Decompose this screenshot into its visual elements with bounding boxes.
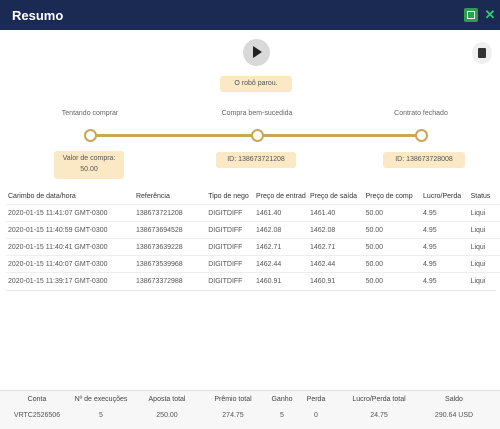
summary-label-payout: Prêmio total (214, 395, 252, 403)
cell-profit: 4.95 (421, 272, 469, 289)
cell-entry-price: 1462.71 (253, 238, 308, 256)
table-row[interactable]: 2020-01-15 11:41:07 GMT-0300 13867372120… (6, 204, 500, 222)
summary-label-account: Conta (27, 395, 47, 403)
summary-label-stake: Aposta total (148, 395, 186, 403)
col-buy-price[interactable]: Preço de comp (364, 188, 421, 205)
cell-type: DIGITDIFF (206, 238, 254, 256)
col-entry-price[interactable]: Preço de entrad (254, 188, 308, 205)
summary-stake: 250.00 (156, 411, 178, 419)
cell-entry-price: 1461.40 (253, 204, 308, 222)
cell-timestamp: 2020-01-15 11:40:41 GMT-0300 (6, 238, 134, 256)
step-label-success: Compra bem-sucedida (221, 110, 293, 117)
cell-entry-price: 1460.91 (253, 272, 308, 289)
table-empty-area (6, 290, 496, 387)
summary-header: Conta Nº de execuções Aposta total Prêmi… (6, 392, 484, 406)
col-exit-price[interactable]: Preço de saída (308, 188, 364, 205)
summary-values: VRTC2526506 5 250.00 274.75 5 0 24.75 29… (6, 406, 484, 424)
play-icon[interactable] (243, 39, 270, 66)
step-info-closed: ID: 138673728008 (383, 152, 465, 168)
step-label-trying: Tentando comprar (61, 110, 119, 117)
cell-exit-price: 1462.08 (307, 221, 364, 239)
cell-status: Liqui (468, 221, 500, 239)
step-info-success: ID: 138673721208 (216, 152, 296, 168)
summary-runs: 5 (99, 411, 103, 419)
cell-type: DIGITDIFF (206, 221, 254, 239)
cell-timestamp: 2020-01-15 11:40:07 GMT-0300 (6, 255, 134, 273)
cell-reference: 138673372988 (133, 272, 207, 289)
step-dot-trying (84, 129, 97, 142)
cell-reference: 138673694528 (133, 221, 207, 239)
summary-profit: 24.75 (370, 411, 388, 419)
cell-type: DIGITDIFF (206, 204, 254, 222)
summary-wins: 5 (280, 411, 284, 419)
cell-buy-price: 50.00 (363, 204, 422, 222)
cell-entry-price: 1462.44 (253, 255, 308, 273)
col-timestamp[interactable]: Carimbo de data/hora (6, 188, 134, 205)
cell-profit: 4.95 (421, 204, 469, 222)
summary-label-losses: Perda (306, 395, 326, 403)
col-reference[interactable]: Referência (134, 188, 206, 205)
col-profit[interactable]: Lucro/Perda (421, 188, 469, 205)
cell-exit-price: 1461.40 (307, 204, 364, 222)
cell-status: Liqui (468, 272, 500, 289)
cell-exit-price: 1462.71 (307, 238, 364, 256)
summary-table: Conta Nº de execuções Aposta total Prêmi… (6, 392, 484, 424)
summary-label-balance: Saldo (445, 395, 463, 403)
table-row[interactable]: 2020-01-15 11:40:07 GMT-0300 13867353996… (6, 255, 500, 273)
cell-exit-price: 1462.44 (307, 255, 364, 273)
cell-type: DIGITDIFF (206, 255, 254, 273)
trash-icon[interactable] (472, 42, 492, 64)
step-dot-success (251, 129, 264, 142)
table-row[interactable]: 2020-01-15 11:39:17 GMT-0300 13867337298… (6, 272, 500, 289)
cell-profit: 4.95 (421, 238, 469, 256)
step-info-trying: Valor de compra: 50.00 (54, 151, 124, 179)
cell-type: DIGITDIFF (206, 272, 254, 289)
summary-account: VRTC2526506 (13, 411, 61, 419)
summary-balance: 290.64 USD (434, 411, 474, 419)
table-row[interactable]: 2020-01-15 11:40:41 GMT-0300 13867363922… (6, 238, 500, 256)
cell-entry-price: 1462.08 (253, 221, 308, 239)
summary-label-wins: Ganho (271, 395, 293, 403)
cell-buy-price: 50.00 (363, 221, 422, 239)
cell-timestamp: 2020-01-15 11:40:59 GMT-0300 (6, 221, 134, 239)
summary-losses: 0 (314, 411, 318, 419)
robot-status: O robô parou. (220, 76, 292, 92)
cell-timestamp: 2020-01-15 11:41:07 GMT-0300 (6, 204, 134, 222)
close-icon[interactable]: ✕ (482, 7, 498, 23)
col-type[interactable]: Tipo de nego (206, 188, 254, 205)
cell-timestamp: 2020-01-15 11:39:17 GMT-0300 (6, 272, 134, 289)
table-row[interactable]: 2020-01-15 11:40:59 GMT-0300 13867369452… (6, 221, 500, 239)
table-header: Carimbo de data/hora Referência Tipo de … (6, 188, 500, 205)
window-title: Resumo (12, 8, 64, 23)
cell-status: Liqui (468, 238, 500, 256)
step-label-closed: Contrato fechado (394, 110, 448, 117)
cell-buy-price: 50.00 (363, 272, 422, 289)
cell-reference: 138673721208 (133, 204, 207, 222)
cell-reference: 138673639228 (133, 238, 207, 256)
cell-profit: 4.95 (421, 221, 469, 239)
cell-reference: 138673539968 (133, 255, 207, 273)
cell-status: Liqui (468, 255, 500, 273)
summary-label-runs: Nº de execuções (74, 395, 128, 403)
step-dot-closed (415, 129, 428, 142)
cell-status: Liqui (468, 204, 500, 222)
cell-buy-price: 50.00 (363, 238, 422, 256)
summary-label-profit: Lucro/Perda total (352, 395, 406, 403)
summary-payout: 274.75 (222, 411, 244, 419)
trades-table: Carimbo de data/hora Referência Tipo de … (6, 188, 500, 289)
cell-exit-price: 1460.91 (307, 272, 364, 289)
cell-profit: 4.95 (421, 255, 469, 273)
save-icon[interactable] (464, 8, 478, 22)
col-status[interactable]: Status (469, 188, 500, 205)
title-bar: Resumo ✕ (0, 0, 500, 30)
cell-buy-price: 50.00 (363, 255, 422, 273)
